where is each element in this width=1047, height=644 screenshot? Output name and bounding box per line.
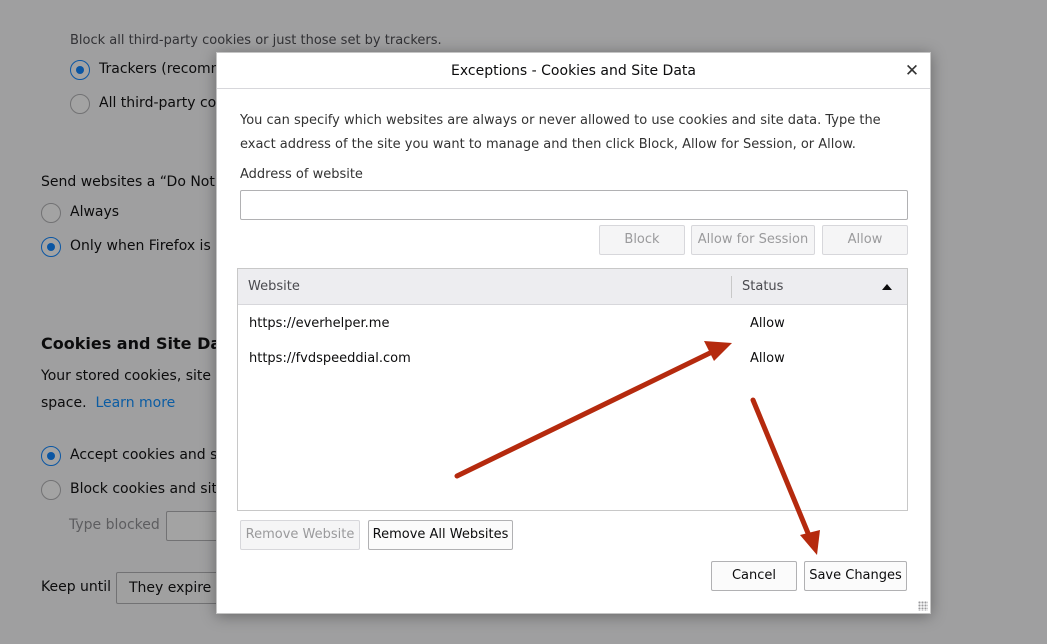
remove-all-websites-button[interactable]: Remove All Websites: [368, 520, 513, 550]
column-divider[interactable]: [731, 276, 732, 298]
remove-website-button[interactable]: Remove Website: [240, 520, 360, 550]
row-website: https://everhelper.me: [249, 316, 390, 331]
table-row[interactable]: https://everhelper.me Allow: [238, 306, 907, 341]
row-status: Allow: [750, 316, 785, 331]
row-status: Allow: [750, 351, 785, 366]
close-icon[interactable]: ✕: [900, 59, 924, 83]
column-header-status[interactable]: Status: [742, 269, 783, 305]
address-input[interactable]: [240, 190, 908, 220]
block-button[interactable]: Block: [599, 225, 685, 255]
dialog-title: Exceptions - Cookies and Site Data: [217, 53, 930, 89]
table-header: Website Status: [238, 269, 907, 305]
exceptions-table: Website Status https://everhelper.me All…: [237, 268, 908, 511]
save-changes-button[interactable]: Save Changes: [804, 561, 907, 591]
cancel-button[interactable]: Cancel: [711, 561, 797, 591]
sort-ascending-icon[interactable]: [882, 284, 892, 290]
address-label: Address of website: [240, 167, 363, 182]
exceptions-dialog: Exceptions - Cookies and Site Data ✕ You…: [216, 52, 931, 614]
intro-text: You can specify which websites are alway…: [240, 113, 881, 152]
allow-button[interactable]: Allow: [822, 225, 908, 255]
column-header-website[interactable]: Website: [248, 269, 300, 305]
resize-grip-icon[interactable]: [918, 601, 928, 611]
allow-for-session-button[interactable]: Allow for Session: [691, 225, 815, 255]
table-row[interactable]: https://fvdspeeddial.com Allow: [238, 341, 907, 376]
row-website: https://fvdspeeddial.com: [249, 351, 411, 366]
